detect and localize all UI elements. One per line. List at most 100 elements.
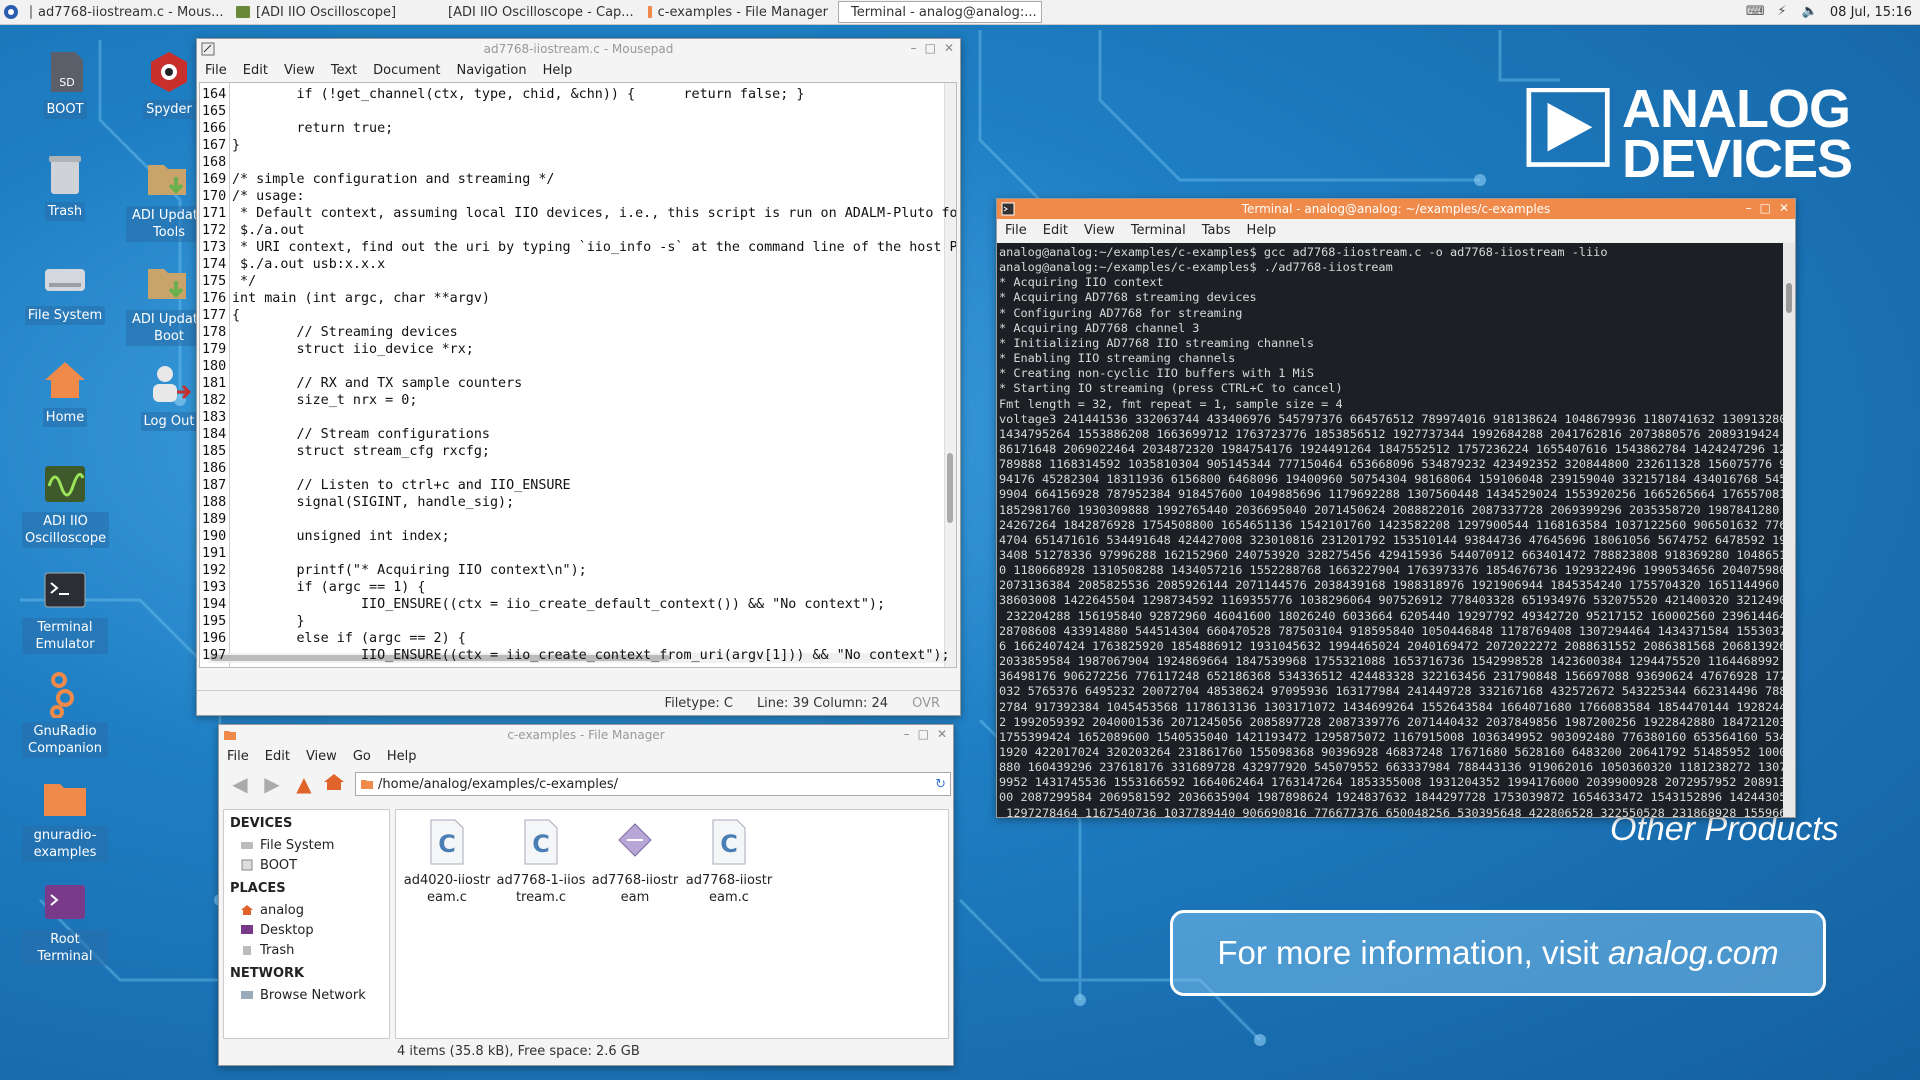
terminal-line: * Starting IO streaming (press CTRL+C to…: [999, 381, 1343, 396]
menu-text[interactable]: Text: [331, 63, 357, 78]
side-pane-item[interactable]: analog: [224, 900, 389, 920]
window-titlebar[interactable]: c-examples - File Manager – □ ✕: [219, 725, 953, 745]
desktop-icon-gnuradio-examples[interactable]: gnuradio-examples: [22, 774, 108, 862]
menu-help[interactable]: Help: [1247, 223, 1277, 238]
menu-edit[interactable]: Edit: [243, 63, 268, 78]
code-line: 192 printf("* Acquiring IIO context\n");: [200, 562, 940, 579]
file-view[interactable]: Cad4020-iiostream.c Cad7768-1-iiostream.c…: [395, 809, 949, 1039]
side-pane-item[interactable]: BOOT: [224, 855, 389, 875]
up-arrow-icon[interactable]: ▲: [291, 772, 317, 796]
network-icon[interactable]: ⚡: [1774, 5, 1790, 19]
menu-file[interactable]: File: [205, 63, 227, 78]
task-osc-capture[interactable]: [ADI IIO Oscilloscope - Cap...: [436, 2, 638, 22]
desktop-icon-boot[interactable]: SD BOOT: [22, 48, 108, 119]
line-text: if (argc == 1) {: [232, 580, 426, 595]
maximize-button[interactable]: □: [1760, 201, 1771, 215]
desktop-icon-trash[interactable]: Trash: [22, 150, 108, 221]
menu-document[interactable]: Document: [373, 63, 440, 78]
menu-file[interactable]: File: [227, 749, 249, 764]
line-number: 194: [202, 597, 227, 612]
close-button[interactable]: ✕: [1779, 201, 1789, 215]
desktop-icon-gnuradio[interactable]: GnuRadio Companion: [22, 670, 108, 758]
desktop-icon: [240, 924, 254, 936]
code-line: 177 {: [200, 307, 940, 324]
side-pane-item[interactable]: Desktop: [224, 920, 389, 940]
terminal-line: 1852981760 1930309888 1992765440 2036695…: [999, 502, 1783, 517]
line-number: 189: [202, 512, 227, 527]
task-terminal[interactable]: Terminal - analog@analog:...: [838, 1, 1042, 23]
line-number: 192: [202, 563, 227, 578]
code-line: 194 IIO_ENSURE((ctx = iio_create_default…: [200, 596, 940, 613]
menu-tabs[interactable]: Tabs: [1202, 223, 1231, 238]
side-pane-item[interactable]: File System: [224, 835, 389, 855]
line-text: // Stream configurations: [232, 427, 490, 442]
reload-icon[interactable]: ↻: [935, 777, 946, 792]
desktop-icon-terminal[interactable]: Terminal Emulator: [22, 566, 108, 654]
menu-help[interactable]: Help: [387, 749, 417, 764]
volume-icon[interactable]: 🔈: [1802, 5, 1818, 19]
side-pane-item[interactable]: Trash: [224, 940, 389, 960]
keyboard-icon[interactable]: ⌨: [1746, 5, 1765, 19]
filetype-status[interactable]: Filetype: C: [665, 696, 733, 711]
forward-arrow-icon[interactable]: ▶: [259, 772, 285, 796]
menu-view[interactable]: View: [1084, 223, 1115, 238]
file-item[interactable]: ad7768-iiostream: [590, 818, 680, 906]
window-title: c-examples - File Manager: [507, 728, 665, 742]
task-mousepad[interactable]: ad7768-iiostream.c - Mous...: [24, 2, 226, 22]
terminal-output[interactable]: analog@analog:~/examples/c-examples$ gcc…: [997, 243, 1783, 817]
line-number: 185: [202, 444, 227, 459]
home-icon[interactable]: [323, 772, 349, 796]
minimize-button[interactable]: –: [911, 41, 917, 55]
maximize-button[interactable]: □: [925, 41, 936, 55]
desktop-icon-label: File System: [24, 306, 106, 325]
vertical-scrollbar[interactable]: [944, 83, 956, 667]
menu-edit[interactable]: Edit: [1043, 223, 1068, 238]
applications-menu-button[interactable]: [0, 1, 22, 23]
file-item[interactable]: Cad4020-iiostream.c: [402, 818, 492, 906]
terminal-scrollbar[interactable]: [1783, 243, 1795, 817]
clock[interactable]: 08 Jul, 15:16: [1830, 5, 1912, 20]
task-osc[interactable]: [ADI IIO Oscilloscope]: [230, 2, 432, 22]
menu-file[interactable]: File: [1005, 223, 1027, 238]
window-titlebar[interactable]: Terminal - analog@analog: ~/examples/c-e…: [997, 199, 1795, 219]
desktop-icon-iio-osc[interactable]: ADI IIO Oscilloscope: [22, 460, 110, 548]
side-pane-item[interactable]: Browse Network: [224, 985, 389, 1005]
desktop-icon-filesystem[interactable]: File System: [22, 254, 108, 325]
code-editor[interactable]: 164 if (!get_channel(ctx, type, chid, &c…: [199, 82, 957, 668]
close-button[interactable]: ✕: [937, 727, 947, 741]
task-file-manager[interactable]: c-examples - File Manager: [642, 2, 834, 22]
line-number: 176: [202, 291, 227, 306]
menu-bar: File Edit View Text Document Navigation …: [197, 59, 960, 81]
line-number: 170: [202, 189, 227, 204]
menu-help[interactable]: Help: [543, 63, 573, 78]
menu-navigation[interactable]: Navigation: [456, 63, 526, 78]
task-label: ad7768-iiostream.c - Mous...: [38, 4, 224, 20]
line-text: if (!get_channel(ctx, type, chid, &chn))…: [232, 87, 805, 102]
terminal-line: * Acquiring AD7768 channel 3: [999, 320, 1200, 335]
back-arrow-icon[interactable]: ◀: [227, 772, 253, 796]
menu-edit[interactable]: Edit: [265, 749, 290, 764]
info-link[interactable]: analog.com: [1608, 934, 1779, 972]
file-item[interactable]: Cad7768-iiostream.c: [684, 818, 774, 906]
menu-terminal[interactable]: Terminal: [1131, 223, 1186, 238]
close-button[interactable]: ✕: [944, 41, 954, 55]
maximize-button[interactable]: □: [918, 727, 929, 741]
desktop-icon-label: Root Terminal: [22, 930, 108, 966]
text-editor-icon: [30, 5, 32, 19]
address-bar[interactable]: /home/analog/examples/c-examples/ ↻: [355, 772, 951, 796]
desktop-icon-home[interactable]: Home: [22, 356, 108, 427]
line-number: 187: [202, 478, 227, 493]
window-titlebar[interactable]: ad7768-iiostream.c - Mousepad – □ ✕: [197, 39, 960, 59]
menu-view[interactable]: View: [284, 63, 315, 78]
menu-go[interactable]: Go: [353, 749, 371, 764]
minimize-button[interactable]: –: [1746, 201, 1752, 215]
line-number: 168: [202, 155, 227, 170]
executable-icon: [615, 818, 655, 866]
side-pane-heading: PLACES: [230, 881, 286, 896]
minimize-button[interactable]: –: [904, 727, 910, 741]
terminal-line: Fmt length = 32, fmt repeat = 1, sample …: [999, 396, 1343, 411]
menu-bar: File Edit View Go Help: [219, 745, 953, 767]
file-item[interactable]: Cad7768-1-iiostream.c: [496, 818, 586, 906]
desktop-icon-root-terminal[interactable]: Root Terminal: [22, 878, 108, 966]
menu-view[interactable]: View: [306, 749, 337, 764]
